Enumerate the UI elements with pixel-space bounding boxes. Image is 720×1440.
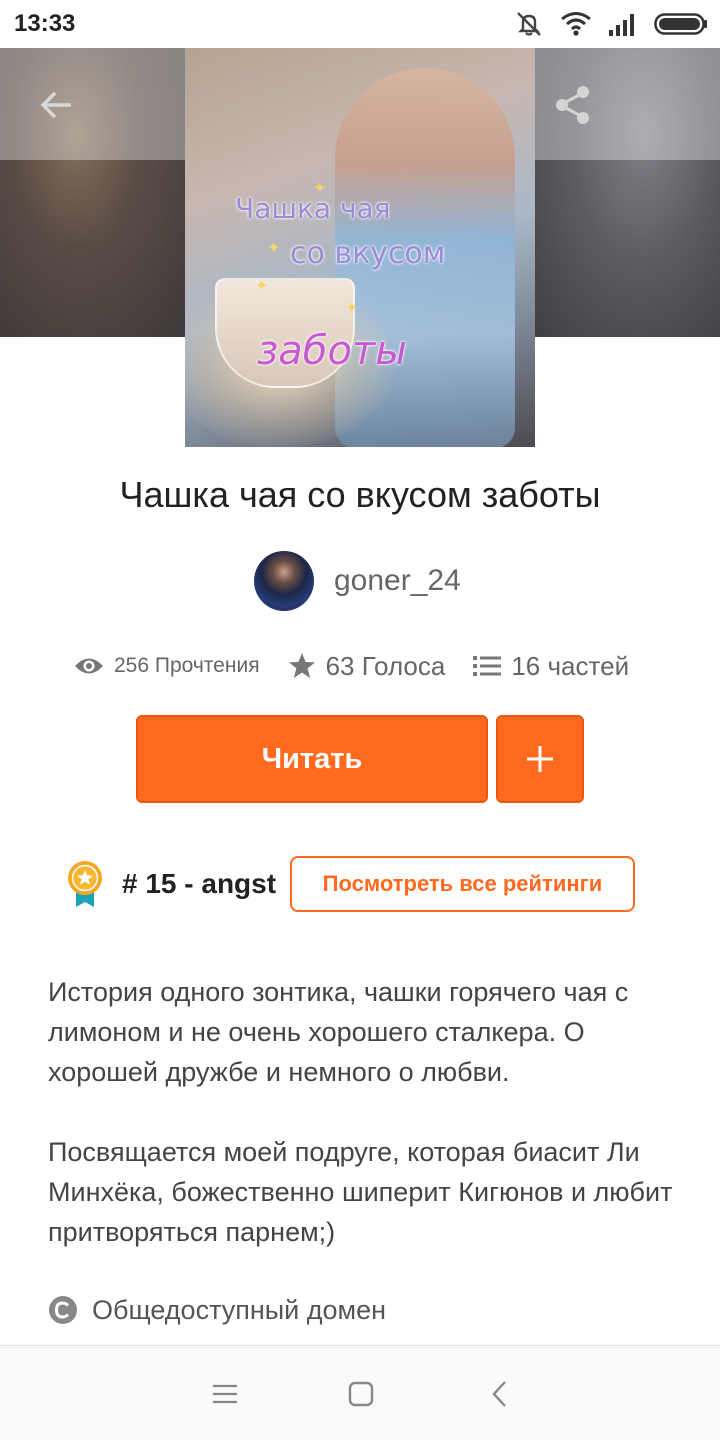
eye-icon (75, 658, 103, 674)
license-info: Общедоступный домен (48, 1290, 386, 1330)
status-time: 13:33 (14, 10, 76, 37)
license-label: Общедоступный домен (92, 1294, 387, 1325)
sparkle-icon: ✦ (255, 278, 269, 295)
sparkle-icon: ✦ (267, 240, 281, 257)
book-description: История одного зонтика, чашки горячего ч… (48, 972, 678, 1252)
home-nav-button[interactable] (341, 1374, 381, 1414)
plus-icon (527, 746, 553, 772)
votes-count: 63 Голоса (325, 650, 446, 681)
menu-nav-button[interactable] (205, 1374, 245, 1414)
chevron-left-icon (492, 1381, 506, 1407)
reads-stat: 256 Прочтения (74, 654, 260, 678)
star-icon (288, 653, 315, 678)
signal-icon (609, 14, 634, 36)
status-bar: 13:33 (0, 0, 720, 48)
cover-title-line-1: Чашка чая (235, 192, 391, 225)
author-name[interactable]: goner_24 (334, 564, 461, 598)
cover-title-line-2: со вкусом (290, 236, 446, 271)
description-paragraph: Посвящается моей подруге, которая биасит… (48, 1137, 673, 1247)
avatar[interactable] (254, 551, 314, 611)
ranking-medal-icon (68, 861, 102, 907)
status-icons (514, 8, 708, 40)
battery-icon (654, 13, 707, 35)
cover-title-line-3: заботы (257, 328, 407, 374)
back-button[interactable] (30, 78, 84, 132)
author-link[interactable]: goner_24 (254, 550, 461, 612)
book-cover[interactable]: ✦ ✦ ✦ ✦ Чашка чая со вкусом заботы (185, 48, 535, 447)
list-icon (473, 656, 502, 676)
votes-stat: 63 Голоса (288, 650, 446, 682)
book-title: Чашка чая со вкусом заботы (119, 474, 601, 515)
system-navigation-bar (0, 1345, 720, 1440)
ranking-row: # 15 - angst Посмотреть все рейтинги (66, 856, 635, 912)
wifi-icon (561, 12, 591, 36)
menu-icon (213, 1384, 237, 1404)
mute-icon (517, 12, 541, 36)
sparkle-icon: ✦ (345, 300, 359, 317)
square-icon (348, 1381, 374, 1407)
reads-count: 256 Прочтения (114, 654, 260, 677)
view-all-rankings-button[interactable]: Посмотреть все рейтинги (290, 856, 635, 912)
back-nav-button[interactable] (480, 1374, 520, 1414)
add-to-library-button[interactable] (496, 715, 584, 803)
share-icon (556, 86, 589, 124)
description-paragraph: История одного зонтика, чашки горячего ч… (48, 977, 629, 1087)
read-button[interactable]: Читать (136, 715, 488, 803)
share-button[interactable] (546, 78, 600, 132)
ranking-text: # 15 - angst (122, 868, 277, 899)
parts-count: 16 частей (511, 650, 630, 681)
parts-stat: 16 частей (473, 651, 629, 682)
copyright-icon (49, 1296, 77, 1324)
book-stats: 256 Прочтения 63 Голоса 16 частей (74, 646, 629, 686)
arrow-left-icon (40, 91, 71, 119)
